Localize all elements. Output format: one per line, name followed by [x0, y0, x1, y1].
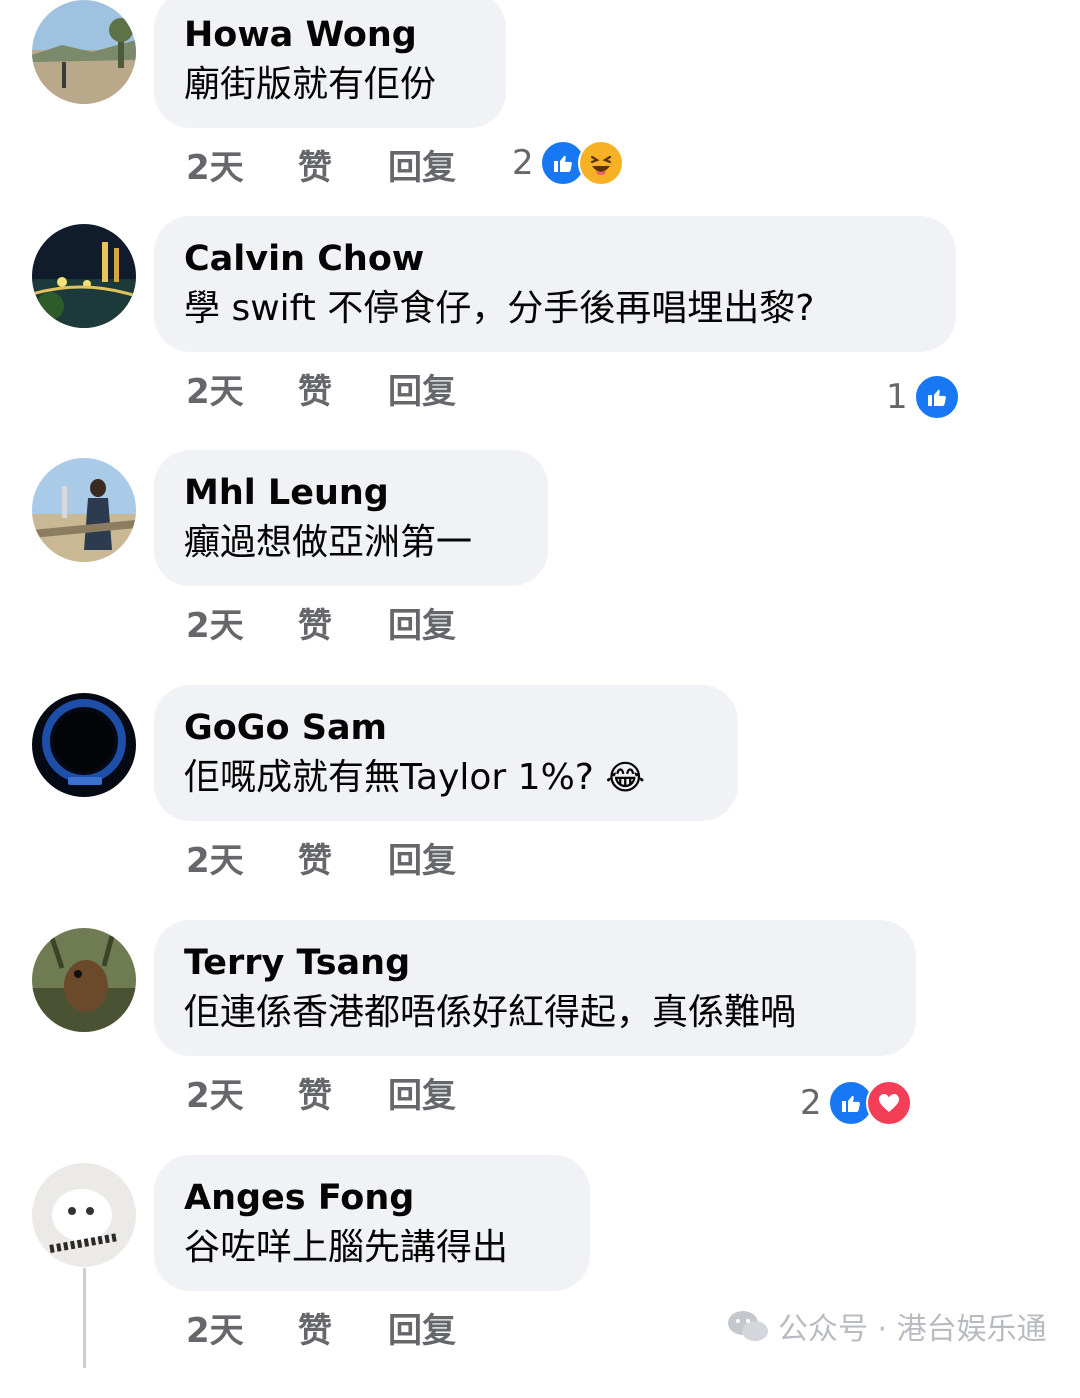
heart-icon [865, 1080, 912, 1126]
comment-item: Calvin Chow 學 swift 不停食仔，分手後再唱埋出黎? 2天 赞 … [0, 216, 1080, 459]
reaction-count: 2 [800, 1083, 822, 1123]
comment-bubble: Calvin Chow 學 swift 不停食仔，分手後再唱埋出黎? [154, 216, 956, 352]
comment-bubble: Mhl Leung 癲過想做亞洲第一 [154, 450, 548, 586]
reply-button[interactable]: 回复 [388, 362, 456, 422]
commenter-name[interactable]: Terry Tsang [184, 940, 886, 986]
commenter-name[interactable]: Anges Fong [184, 1175, 560, 1221]
reply-button[interactable]: 回复 [388, 831, 456, 891]
watermark-text: 公众号 · 港台娱乐通 [778, 1312, 1047, 1347]
commenter-name[interactable]: Mhl Leung [184, 470, 518, 516]
haha-icon [577, 140, 624, 186]
commenter-name[interactable]: Howa Wong [184, 12, 476, 58]
reply-button[interactable]: 回复 [388, 1301, 456, 1361]
reaction-count: 2 [512, 143, 534, 183]
reply-thread-line [83, 1268, 86, 1368]
reaction-summary[interactable]: 2 [512, 140, 624, 186]
comment-item: Howa Wong 廟街版就有佢份 2天 赞 回复 2 [0, 0, 1080, 235]
like-button[interactable]: 赞 [298, 362, 332, 422]
comment-item: Mhl Leung 癲過想做亞洲第一 2天 赞 回复 [0, 450, 1080, 693]
like-button[interactable]: 赞 [298, 1301, 332, 1361]
comment-text: 廟街版就有佢份 [184, 64, 437, 105]
wechat-icon [728, 1311, 768, 1341]
reply-button[interactable]: 回复 [388, 1066, 456, 1126]
like-button[interactable]: 赞 [298, 831, 332, 891]
avatar[interactable] [32, 928, 136, 1032]
comment-text-content: 佢嘅成就有無Taylor 1%? [184, 757, 594, 798]
watermark: 公众号 · 港台娱乐通 [726, 1302, 1047, 1350]
comment-time[interactable]: 2天 [186, 596, 244, 656]
comment-text: 佢嘅成就有無Taylor 1%? 😂 [184, 751, 708, 805]
commenter-name[interactable]: Calvin Chow [184, 236, 926, 282]
comment-item: Terry Tsang 佢連係香港都唔係好紅得起，真係難喎 2天 赞 回复 2 [0, 920, 1080, 1163]
commenter-name[interactable]: GoGo Sam [184, 705, 708, 751]
reply-button[interactable]: 回复 [388, 596, 456, 656]
avatar[interactable] [32, 693, 136, 797]
comment-item: GoGo Sam 佢嘅成就有無Taylor 1%? 😂 2天 赞 回复 [0, 685, 1080, 928]
avatar[interactable] [32, 0, 136, 104]
like-button[interactable]: 赞 [298, 1066, 332, 1126]
reaction-count: 1 [886, 377, 908, 417]
comment-text: 佢連係香港都唔係好紅得起，真係難喎 [184, 992, 797, 1033]
comment-text: 癲過想做亞洲第一 [184, 522, 473, 563]
comment-time[interactable]: 2天 [186, 1301, 244, 1361]
comment-bubble: Terry Tsang 佢連係香港都唔係好紅得起，真係難喎 [154, 920, 916, 1056]
comment-text: 谷咗咩上腦先講得出 [184, 1227, 509, 1268]
comment-item: Anges Fong 谷咗咩上腦先講得出 2天 赞 回复 [0, 1155, 1080, 1398]
reply-button[interactable]: 回复 [388, 138, 456, 198]
emoji-laugh-tears: 😂 [605, 758, 646, 798]
comment-bubble: GoGo Sam 佢嘅成就有無Taylor 1%? 😂 [154, 685, 738, 821]
like-icon [913, 374, 960, 420]
like-button[interactable]: 赞 [298, 138, 332, 198]
comment-time[interactable]: 2天 [186, 1066, 244, 1126]
reaction-summary[interactable]: 1 [886, 374, 960, 420]
avatar[interactable] [32, 1163, 136, 1267]
comment-text: 學 swift 不停食仔，分手後再唱埋出黎? [184, 288, 815, 329]
comment-bubble: Anges Fong 谷咗咩上腦先講得出 [154, 1155, 590, 1291]
like-button[interactable]: 赞 [298, 596, 332, 656]
comment-time[interactable]: 2天 [186, 362, 244, 422]
reaction-summary[interactable]: 2 [800, 1080, 912, 1126]
comment-bubble: Howa Wong 廟街版就有佢份 [154, 0, 506, 128]
avatar[interactable] [32, 458, 136, 562]
comment-time[interactable]: 2天 [186, 138, 244, 198]
comment-time[interactable]: 2天 [186, 831, 244, 891]
avatar[interactable] [32, 224, 136, 328]
